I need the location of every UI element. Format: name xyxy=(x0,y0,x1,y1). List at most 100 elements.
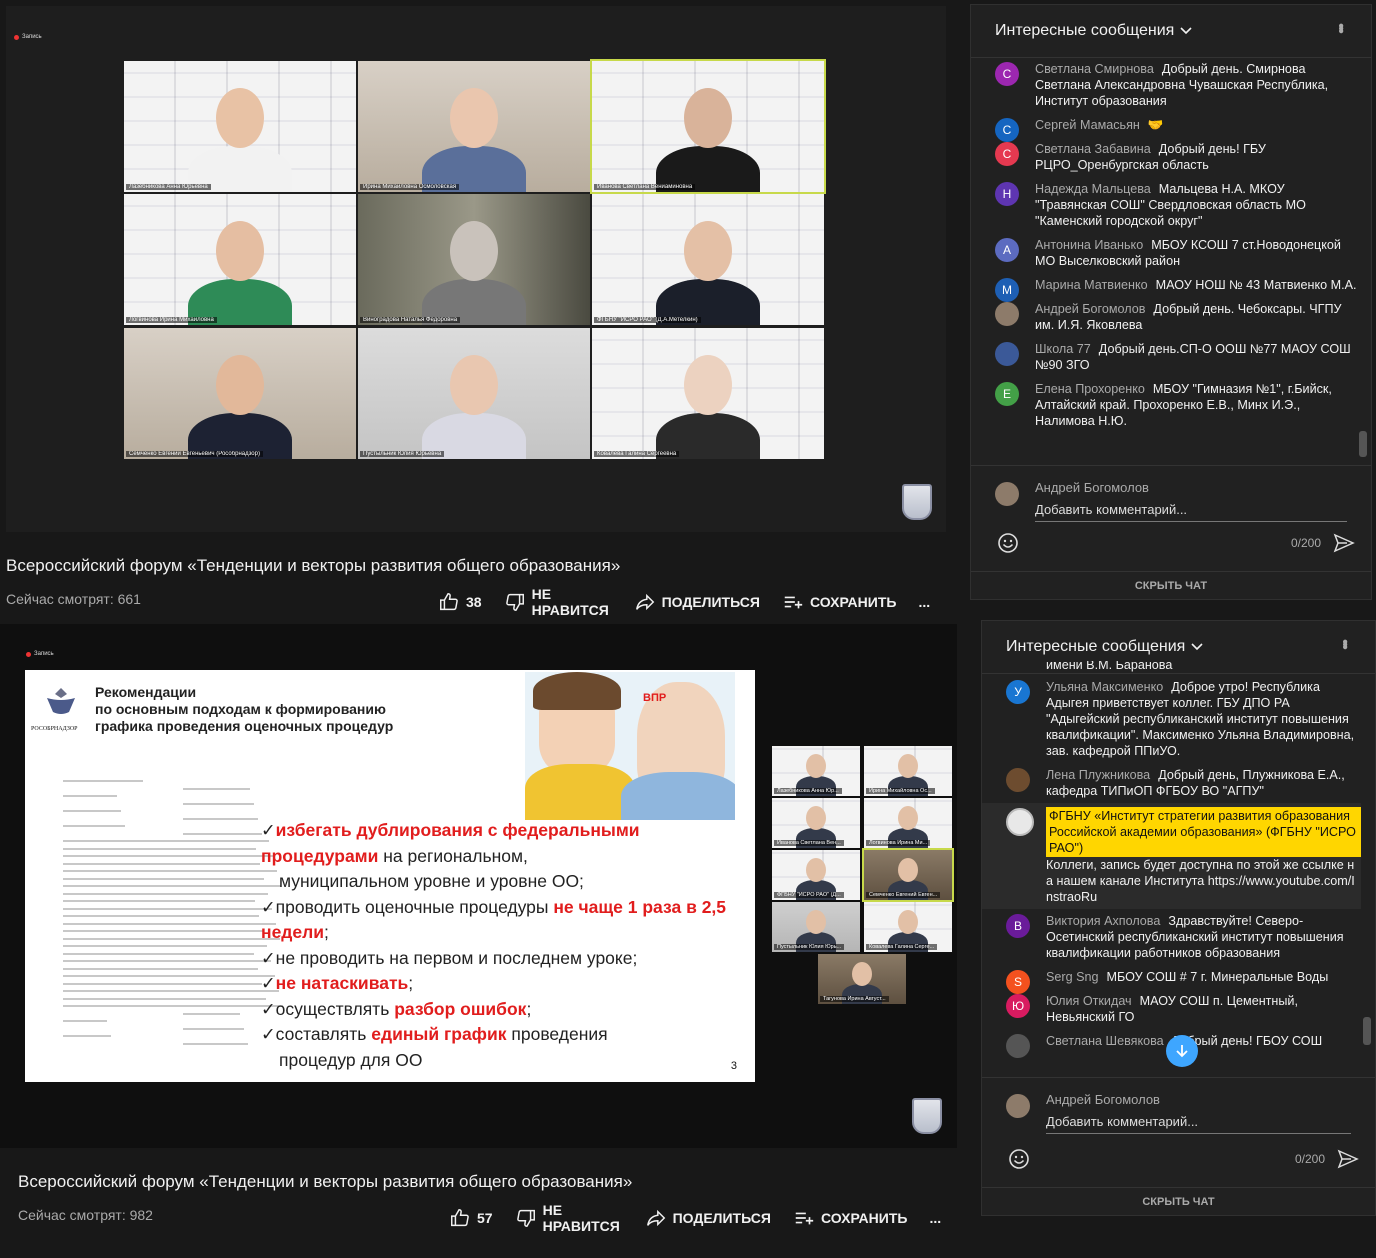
chat-mode-dropdown[interactable]: Интересные сообщения xyxy=(1006,638,1203,656)
share-button[interactable]: ПОДЕЛИТЬСЯ xyxy=(634,591,760,613)
video-actions-2: 57 НЕ НРАВИТСЯ ПОДЕЛИТЬСЯ СОХРАНИТЬ ... xyxy=(449,1202,963,1234)
live-chat-panel-2: Интересные сообщения ••• имени В.М. Бара… xyxy=(981,620,1376,1216)
chat-message-list[interactable]: С Светлана Смирнова Добрый день. Смирнова … xyxy=(971,57,1357,463)
viewer-count-1: Сейчас смотрят: 661 xyxy=(6,591,141,607)
chat-text: МАОУ НОШ № 43 Матвиенко М.А. xyxy=(1155,278,1357,292)
chat-scrollbar[interactable] xyxy=(1359,431,1367,457)
chat-compose: Андрей Богомолов Добавить комментарий...… xyxy=(982,1077,1375,1186)
slide-org-label: РОСОБРНАДЗОР xyxy=(31,726,78,732)
chat-mode-dropdown[interactable]: Интересные сообщения xyxy=(995,22,1192,40)
like-button[interactable]: 57 xyxy=(449,1207,493,1229)
chat-text: 🤝 xyxy=(1147,118,1164,132)
avatar: Е xyxy=(995,382,1019,406)
chevron-down-icon xyxy=(1180,27,1192,35)
share-button[interactable]: ПОДЕЛИТЬСЯ xyxy=(645,1207,771,1229)
official-letter-image xyxy=(63,770,293,1070)
avatar: Ю xyxy=(1006,994,1030,1018)
chat-message[interactable]: С Сергей Мамасьян 🤝 xyxy=(971,113,1357,142)
share-label: ПОДЕЛИТЬСЯ xyxy=(672,1210,771,1226)
share-label: ПОДЕЛИТЬСЯ xyxy=(661,594,760,610)
doctor-illustration: ВПР xyxy=(525,672,735,820)
more-actions-button[interactable]: ... xyxy=(918,594,930,610)
chat-compose: Андрей Богомолов Добавить комментарий...… xyxy=(971,465,1371,570)
participant-name: Логвинова Ирина Ми... xyxy=(866,840,931,846)
participant-tile: Ирина Михайловна Осмоловская xyxy=(358,61,590,192)
hide-chat-button[interactable]: СКРЫТЬ ЧАТ xyxy=(971,571,1371,600)
chat-scrollbar[interactable] xyxy=(1363,1017,1371,1045)
chat-menu-icon[interactable]: ••• xyxy=(1331,23,1349,31)
send-icon[interactable] xyxy=(1333,532,1355,554)
thumbs-up-icon xyxy=(451,1209,469,1227)
send-icon[interactable] xyxy=(1337,1148,1359,1170)
dislike-button[interactable]: НЕ НРАВИТСЯ xyxy=(504,586,612,618)
avatar: С xyxy=(995,62,1019,86)
chat-author: Надежда Мальцева xyxy=(1035,182,1151,196)
recording-indicator: Запись xyxy=(26,651,54,657)
like-button[interactable]: 38 xyxy=(438,591,482,613)
save-button[interactable]: СОХРАНИТЬ xyxy=(782,591,896,613)
participant-name: Пустыльник Юлия Юрь... xyxy=(774,944,845,950)
thumbs-down-icon xyxy=(516,1209,535,1227)
video-player-2[interactable]: Запись РОСОБРНАДЗОР Рекомендации по осно… xyxy=(0,624,957,1148)
hide-chat-button[interactable]: СКРЫТЬ ЧАТ xyxy=(982,1187,1375,1216)
emoji-icon[interactable] xyxy=(997,532,1019,554)
participant-name: Виноградова Наталья Федоровна xyxy=(360,317,461,323)
chat-comment-input[interactable]: Добавить комментарий... xyxy=(1035,502,1347,522)
chat-message[interactable]: Н Надежда Мальцева Мальцева Н.А. МКОУ "Тра… xyxy=(971,177,1357,233)
chat-author: Юлия Откидач xyxy=(1046,994,1132,1008)
institute-emblem-icon xyxy=(912,1098,942,1134)
slide-heading-line: по основным подходам к формированию xyxy=(95,701,386,717)
truncated-message: имени В.М. Баранова xyxy=(1046,661,1173,672)
chat-message[interactable]: Ю Юлия Откидач МАОУ СОШ п. Цементный, Невь… xyxy=(982,989,1361,1029)
chat-message[interactable]: М Марина Матвиенко МАОУ НОШ № 43 Матвиенко… xyxy=(971,273,1357,302)
participant-name: ФГБНУ "ИСРО РАО" (Д... xyxy=(774,892,844,898)
save-button[interactable]: СОХРАНИТЬ xyxy=(793,1207,907,1229)
participant-name: ФГБНУ "ИСРО РАО" (Д.А.Метелкин) xyxy=(594,317,701,323)
bullet-6: ✓составлять единый график проведения xyxy=(261,1024,608,1044)
participant-thumbnail: Тагунова Ирина Август... xyxy=(818,954,906,1004)
bullet-3: ✓не проводить на первом и последнем урок… xyxy=(261,947,638,968)
chat-message-list[interactable]: имени В.М. Баранова У Ульяна Максименко До… xyxy=(982,661,1361,1075)
chat-author: Сергей Мамасьян xyxy=(1035,118,1140,132)
avatar xyxy=(1006,1034,1030,1058)
save-label: СОХРАНИТЬ xyxy=(809,594,897,610)
more-actions-button[interactable]: ... xyxy=(929,1210,941,1226)
scroll-down-button[interactable] xyxy=(1166,1035,1198,1067)
chat-message[interactable]: В Виктория Ахполова Здравствуйте! Северо-О… xyxy=(982,909,1361,965)
participant-tile: Иванова Светлана Вениаминовна xyxy=(590,59,826,194)
chat-message[interactable]: С Светлана Забавина Добрый день! ГБУ РЦРО_… xyxy=(971,137,1357,177)
chevron-down-icon xyxy=(1191,643,1203,651)
chat-message[interactable]: Школа 77 Добрый день.СП-О ООШ №77 МАОУ СО… xyxy=(971,337,1357,377)
chat-message[interactable]: ФГБНУ «Институт стратегии развития образ… xyxy=(982,803,1361,909)
chat-message[interactable]: Лена Плужникова Добрый день, Плужникова Е… xyxy=(982,763,1361,803)
chat-menu-icon[interactable]: ••• xyxy=(1335,639,1353,647)
slide-heading-line: графика проведения оценочных процедур xyxy=(95,718,394,734)
participant-tile: Семченко Евгений Евгеньевич (Рособрнадзо… xyxy=(124,328,356,459)
chat-message[interactable]: А Антонина Иванько МБОУ КСОШ 7 ст.Новодоне… xyxy=(971,233,1357,273)
chat-author: Лена Плужникова xyxy=(1046,768,1151,782)
chat-message[interactable]: S Serg Sng МБОУ СОШ # 7 г. Минеральные Вод… xyxy=(982,965,1361,994)
like-count: 38 xyxy=(466,594,482,610)
avatar xyxy=(995,302,1019,326)
chat-comment-input[interactable]: Добавить комментарий... xyxy=(1046,1114,1351,1134)
chat-message[interactable]: У Ульяна Максименко Доброе утро! Республик… xyxy=(982,675,1361,763)
participant-thumbnail: Лазебникова Анна Юр... xyxy=(772,746,860,796)
chat-author: Ульяна Максименко xyxy=(1046,680,1164,694)
chat-message[interactable]: Андрей Богомолов Добрый день. Чебоксары. … xyxy=(971,297,1357,337)
emoji-icon[interactable] xyxy=(1008,1148,1030,1170)
chat-message[interactable]: С Светлана Смирнова Добрый день. Смирнова … xyxy=(971,57,1357,113)
video-player-1[interactable]: Запись Лазебникова Анна Юрьевна Ирина Мих… xyxy=(6,6,946,532)
dislike-label: НЕ НРАВИТСЯ xyxy=(542,1202,620,1234)
chat-author: Марина Матвиенко xyxy=(1035,278,1148,292)
chat-author: Андрей Богомолов xyxy=(1035,302,1146,316)
playlist-add-icon xyxy=(784,596,803,609)
chat-message[interactable]: Е Елена Прохоренко МБОУ "Гимназия №1", г.Б… xyxy=(971,377,1357,433)
bullet-2: ✓проводить оценочные процедуры не чаще 1… xyxy=(261,896,727,943)
participant-name: Ковалева Галина Серге... xyxy=(866,944,938,950)
dislike-button[interactable]: НЕ НРАВИТСЯ xyxy=(515,1202,623,1234)
chat-author: Светлана Смирнова xyxy=(1035,62,1154,76)
chat-text: МБОУ СОШ # 7 г. Минеральные Воды xyxy=(1106,970,1329,984)
participant-thumbnail: Ирина Михайловна Ос... xyxy=(864,746,952,796)
like-count: 57 xyxy=(477,1210,493,1226)
avatar xyxy=(1006,1094,1030,1118)
